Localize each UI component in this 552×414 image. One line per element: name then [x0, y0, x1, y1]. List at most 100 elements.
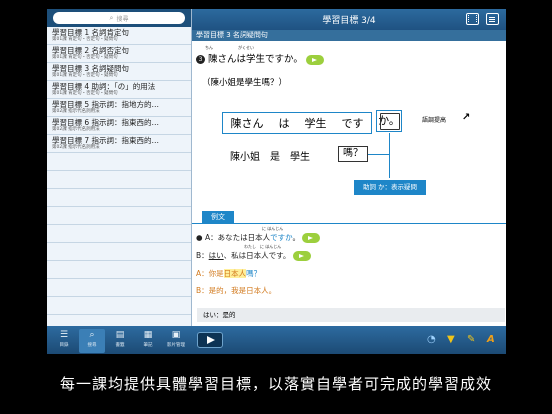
empty-row — [47, 225, 191, 243]
vocab-note: はい：是的 — [197, 308, 505, 322]
lesson-item[interactable]: 學習目標 5 指示詞：指地方的… 第02課 指示代名詞用法 — [47, 99, 191, 117]
lesson-item[interactable]: 學習目標 6 指示詞：指東西的… 第02課 指示代名詞用法 — [47, 117, 191, 135]
empty-row — [47, 261, 191, 279]
example-line-1: ● A：あなたは日本人ですか。 — [196, 232, 321, 243]
clipboard-icon[interactable] — [486, 13, 499, 25]
jp-word: です — [341, 117, 364, 130]
play-button[interactable] — [197, 332, 223, 348]
ex1-part: 日本人 — [247, 233, 271, 242]
speaker-icon[interactable] — [292, 251, 311, 261]
tab-label: 書籤 — [115, 343, 125, 348]
section-header: 學習目標 3 名詞疑問句 — [192, 30, 506, 41]
bottom-toolbar: ☰ 目錄 ⌕ 搜尋 ▤ 書籤 ▦ 筆記 ▣ 影片管理 ◔ ▼ ✎ A — [47, 326, 506, 354]
sentence-jp: 陳さんは学生ですか。 — [208, 54, 303, 65]
example-line-2: B：はい、私は日本人です。 — [196, 250, 311, 261]
speedometer-icon[interactable]: ◔ — [427, 333, 436, 347]
top-bar: 學習目標 3/4 — [192, 9, 506, 30]
lesson-title: 學習目標 2 名詞否定句 — [52, 46, 130, 55]
lesson-title: 學習目標 1 名詞肯定句 — [52, 28, 130, 37]
empty-row — [47, 243, 191, 261]
empty-row — [47, 153, 191, 171]
search-input[interactable]: ⌕ 搜尋 — [53, 12, 185, 24]
lesson-subtitle: 第01課 肯定句・否定句・疑問句 — [52, 55, 118, 60]
lesson-subtitle: 第02課 指示代名詞用法 — [52, 127, 100, 132]
search-icon: ⌕ — [89, 330, 95, 340]
edit-icon[interactable]: ✎ — [467, 333, 475, 347]
ex3-part: A：你是 — [196, 269, 224, 278]
ex2-part: 、私は日本人です。 — [223, 251, 291, 260]
search-icon: ⌕ — [109, 13, 114, 22]
empty-row — [47, 297, 191, 315]
lesson-subtitle: 第02課 指示代名詞用法 — [52, 109, 100, 114]
speaker-icon[interactable] — [305, 54, 324, 65]
zh-words: 陳小姐 是 學生 — [230, 152, 310, 163]
jp-word: 学生 — [304, 117, 327, 130]
ex2-part: B： — [196, 251, 209, 260]
search-placeholder: 搜尋 — [116, 15, 129, 23]
lesson-subtitle: 第02課 指示代名詞用法 — [52, 145, 100, 150]
tab-bookmarks[interactable]: ▤ 書籤 — [107, 329, 133, 353]
lesson-title: 學習目標 7 指示詞：指東西的… — [52, 136, 160, 145]
ex3-part: 嗎？ — [246, 269, 262, 278]
lesson-item[interactable]: 學習目標 2 名詞否定句 第01課 肯定句・否定句・疑問句 — [47, 45, 191, 63]
empty-row — [47, 279, 191, 297]
sentence-number: 3 — [196, 55, 205, 64]
connector-line — [368, 154, 389, 155]
lesson-item[interactable]: 學習目標 3 名詞疑問句 第01課 肯定句・否定句・疑問句 — [47, 63, 191, 81]
lesson-sidebar: ⌕ 搜尋 學習目標 1 名詞肯定句 第01課 肯定句・否定句・疑問句 學習目標 … — [47, 9, 192, 326]
tab-label: 搜尋 — [87, 343, 97, 348]
page-title: 學習目標 3/4 — [322, 16, 376, 26]
ex3-part: 日本人 — [223, 269, 247, 278]
tab-contents[interactable]: ☰ 目錄 — [51, 329, 77, 353]
speaker-icon[interactable] — [302, 233, 321, 243]
empty-row — [47, 207, 191, 225]
lesson-subtitle: 第01課 肯定句・否定句・疑問句 — [52, 91, 118, 96]
translation: （陳小姐是學生嗎？） — [202, 78, 288, 88]
list-icon: ☰ — [59, 330, 69, 340]
ex1-part: ですか — [270, 233, 293, 242]
lesson-item[interactable]: 學習目標 4 助詞：「の」的用法 第01課 肯定句・否定句・疑問句 — [47, 81, 191, 99]
app-window: ⌕ 搜尋 學習目標 1 名詞肯定句 第01課 肯定句・否定句・疑問句 學習目標 … — [47, 9, 506, 354]
tab-video-manage[interactable]: ▣ 影片管理 — [163, 329, 189, 353]
tone-note: 語調提高 — [422, 117, 447, 124]
lesson-item[interactable]: 學習目標 1 名詞肯定句 第01課 肯定句・否定句・疑問句 — [47, 27, 191, 45]
bookmark-add-icon[interactable]: ▼ — [447, 333, 455, 347]
lesson-subtitle: 第01課 肯定句・否定句・疑問句 — [52, 37, 118, 42]
bullet: ● — [196, 233, 203, 242]
jp-word: は — [278, 117, 290, 130]
example-sentence: 3 陳さんは学生ですか。 — [196, 51, 324, 65]
lesson-list: 學習目標 1 名詞肯定句 第01課 肯定句・否定句・疑問句 學習目標 2 名詞否… — [47, 27, 191, 315]
lesson-title: 學習目標 3 名詞疑問句 — [52, 64, 130, 73]
jp-word-box: 陳さん は 学生 です — [222, 112, 372, 134]
book-icon: ▤ — [115, 330, 125, 340]
rising-arrow-icon: ↗ — [462, 112, 471, 123]
lesson-content: 學習目標 3 名詞疑問句 ちん がくせい 3 陳さんは学生ですか。 （陳小姐是學… — [192, 30, 506, 326]
example-line-3: A：你是日本人嗎？ — [196, 268, 261, 279]
tab-label: 目錄 — [59, 343, 69, 348]
tab-label: 影片管理 — [167, 343, 185, 348]
ex1-part: A：あなたは — [204, 233, 248, 242]
ex2-part: はい — [208, 251, 224, 260]
ma-box: 嗎？ — [338, 146, 368, 162]
lesson-item[interactable]: 學習目標 7 指示詞：指東西的… 第02課 指示代名詞用法 — [47, 135, 191, 153]
lesson-title: 學習目標 4 助詞：「の」的用法 — [52, 82, 156, 91]
tab-notes[interactable]: ▦ 筆記 — [135, 329, 161, 353]
ex1-part: 。 — [292, 233, 300, 242]
divider — [192, 223, 506, 224]
jp-word: 陳さん — [230, 117, 264, 130]
ka-particle-box: か。 — [376, 110, 402, 132]
promo-caption: 每一課均提供具體學習目標，以落實自學者可完成的學習成效 — [59, 375, 492, 393]
empty-row — [47, 189, 191, 207]
particle-callout: 助詞 か：表示疑問 — [354, 180, 426, 195]
example-line-4: B：是的，我是日本人。 — [196, 286, 277, 295]
font-size-icon[interactable]: A — [487, 333, 495, 347]
note-icon: ▦ — [143, 330, 153, 340]
lesson-title: 學習目標 6 指示詞：指東西的… — [52, 118, 160, 127]
video-manage-icon: ▣ — [171, 330, 181, 340]
search-bar: ⌕ 搜尋 — [47, 9, 191, 27]
tab-label: 筆記 — [143, 343, 153, 348]
connector-line — [389, 133, 390, 178]
film-icon[interactable] — [466, 13, 479, 25]
lesson-title: 學習目標 5 指示詞：指地方的… — [52, 100, 160, 109]
tab-search[interactable]: ⌕ 搜尋 — [79, 329, 105, 353]
